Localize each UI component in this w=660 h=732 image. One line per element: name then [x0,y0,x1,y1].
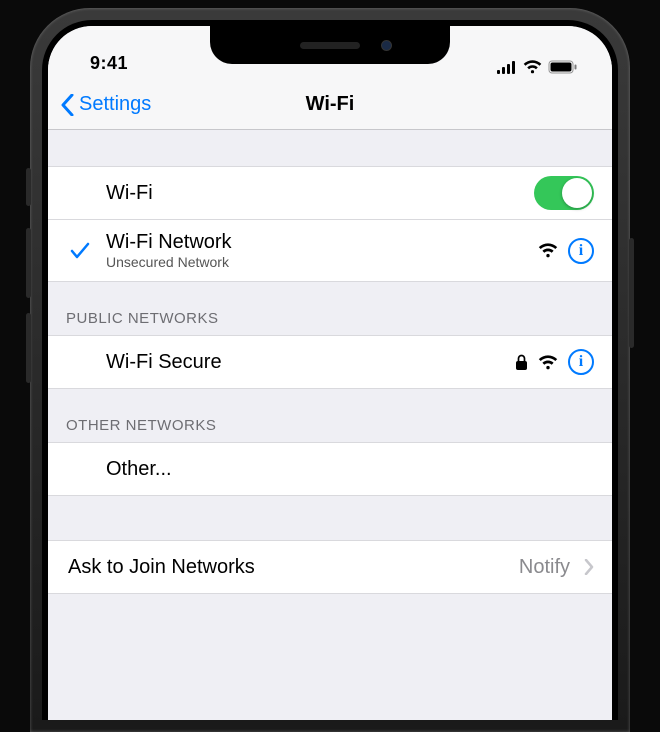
lock-icon [515,354,528,371]
mute-switch [26,168,31,206]
wifi-toggle[interactable] [534,176,594,210]
other-label: Other... [106,458,594,481]
power-button [629,238,634,348]
volume-up-button [26,228,31,298]
status-icons [497,60,578,74]
wifi-signal-icon [538,355,558,370]
current-network-row[interactable]: Wi-Fi Network Unsecured Network i [48,220,612,282]
ask-to-join-label: Ask to Join Networks [68,556,519,579]
other-network-row[interactable]: Other... [48,442,612,496]
wifi-toggle-row[interactable]: Wi-Fi [48,166,612,220]
info-button[interactable]: i [568,349,594,375]
public-network-name: Wi-Fi Secure [106,351,515,374]
phone-frame: 9:41 Set [30,8,630,732]
back-button[interactable]: Settings [60,93,151,116]
ask-to-join-value: Notify [519,556,570,579]
public-network-row[interactable]: Wi-Fi Secure i [48,335,612,389]
chevron-right-icon [584,559,594,575]
public-networks-header: PUBLIC NETWORKS [48,282,612,335]
screen: 9:41 Set [48,26,612,720]
wifi-signal-icon [538,243,558,258]
cellular-icon [497,61,517,74]
other-networks-header: OTHER NETWORKS [48,389,612,442]
battery-icon [548,60,578,74]
status-time: 9:41 [90,53,128,74]
volume-down-button [26,313,31,383]
back-label: Settings [79,93,151,116]
notch [210,26,450,64]
checkmark-icon [60,242,100,260]
ask-to-join-row[interactable]: Ask to Join Networks Notify [48,540,612,594]
wifi-toggle-label: Wi-Fi [106,182,534,205]
info-button[interactable]: i [568,238,594,264]
nav-bar: Settings Wi-Fi [48,80,612,130]
current-network-name: Wi-Fi Network [106,231,538,254]
chevron-left-icon [60,94,75,116]
wifi-icon [523,60,542,74]
current-network-subtitle: Unsecured Network [106,254,538,270]
